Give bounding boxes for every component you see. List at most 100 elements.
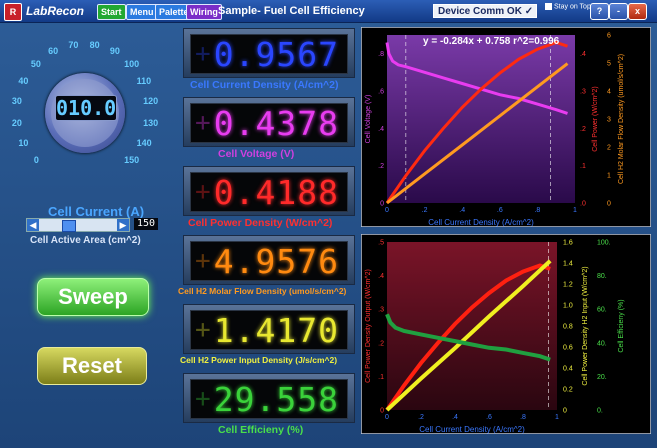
y-tick-label: 60.	[597, 307, 607, 314]
readout-frame: +0.9567	[183, 28, 355, 78]
x-tick-label: .8	[520, 414, 526, 421]
y-tick-label: 0	[380, 201, 384, 208]
slider-thumb[interactable]	[62, 220, 77, 232]
sign-icon: +	[195, 177, 211, 207]
dial-tick-label: 80	[89, 39, 100, 50]
readout-label: Cell H2 Molar Flow Density (umol/s/cm^2)	[178, 286, 347, 296]
y-tick-label: 0	[563, 408, 567, 415]
dial-tick-label: 140	[136, 137, 152, 148]
y-tick-label: .2	[580, 126, 586, 133]
y-tick-label: 1.2	[563, 282, 573, 289]
y-tick-label: .1	[378, 374, 384, 381]
y-tick-label: 0.4	[563, 366, 573, 373]
y-tick-label: 40.	[597, 340, 607, 347]
device-comm-status[interactable]: Device Comm OK ✓	[433, 4, 537, 18]
slider-right-arrow-icon[interactable]: ▶	[117, 219, 129, 231]
readout-label: Cell Voltage (V)	[218, 148, 295, 160]
x-tick-label: .4	[459, 207, 465, 214]
x-tick-label: .6	[486, 414, 492, 421]
start-button[interactable]: Start	[97, 4, 126, 20]
y-tick-label: 1.4	[563, 261, 573, 268]
y-tick-label: .6	[378, 89, 384, 96]
menu-button[interactable]: Menu	[126, 4, 158, 20]
y-tick-label: 20.	[597, 374, 607, 381]
dial-tick-label: 60	[48, 46, 59, 57]
dial-tick-label: 70	[68, 39, 79, 50]
readout-frame: +4.9576	[183, 235, 355, 285]
y-axis-label: Cell Efficieny (%)	[618, 299, 625, 352]
y-tick-label: 0	[607, 201, 611, 208]
x-tick-label: .2	[422, 207, 428, 214]
plot-area	[387, 35, 575, 203]
x-axis-label: Cell Current Density (A/cm^2)	[428, 218, 534, 227]
x-tick-label: 0	[385, 207, 389, 214]
bottom-chart: 0.2.4.6.8 1 Cell Current Density (A/cm^2) 0…	[361, 234, 651, 434]
y-tick-label: 0.8	[563, 324, 573, 331]
cell-current-label: Cell Current (A)	[48, 204, 145, 219]
y-tick-label: 1.0	[563, 303, 573, 310]
wiring-button[interactable]: Wiring	[186, 4, 222, 20]
readout-screen: +29.558	[190, 379, 348, 419]
active-area-value: 150	[134, 218, 158, 230]
top-chart: 0 .2 .4 .6 .8 1 Cell Current Density (A/cm^2) 0…	[361, 27, 651, 227]
dial-tick-label: 40	[18, 76, 29, 87]
help-button[interactable]: ?	[590, 3, 609, 20]
cell-current-dial[interactable]: 0 10 20 30 40 50 60 70 80 90 100 110 120 130 140 150 01…	[8, 28, 178, 219]
y-axis-label: Cell Power (W/cm^2)	[592, 86, 599, 152]
x-tick-label: 0	[385, 414, 389, 421]
y-tick-label: 100.	[597, 240, 611, 247]
stay-on-top-checkbox[interactable]: Stay on Top	[545, 3, 591, 11]
minimize-button[interactable]: -	[609, 3, 628, 20]
y-axis-label: Cell Voltage (V)	[365, 95, 372, 144]
y-tick-label: 3	[607, 117, 611, 124]
y-tick-label: .1	[580, 163, 586, 170]
x-tick-label: 1	[573, 207, 577, 214]
readout-value: 0.4188	[213, 173, 339, 212]
sign-icon: +	[195, 108, 211, 138]
app-title: LabRecon	[26, 4, 85, 18]
document-title: Sample- Fuel Cell Efficiency	[218, 5, 365, 17]
slider-left-arrow-icon[interactable]: ◀	[27, 219, 39, 231]
dial-tick-label: 110	[136, 76, 152, 87]
readout-value: 0.9567	[213, 35, 339, 74]
x-tick-label: .2	[418, 414, 424, 421]
dial-tick-label: 120	[143, 96, 159, 107]
sign-icon: +	[195, 384, 211, 414]
readout-screen: +0.9567	[190, 34, 348, 74]
y-tick-label: 6	[607, 33, 611, 40]
y-tick-label: 0.2	[563, 387, 573, 394]
checkbox-icon	[545, 3, 552, 10]
readout-value: 4.9576	[213, 242, 339, 281]
active-area-slider[interactable]: ◀ ▶	[26, 218, 130, 232]
y-tick-label: 2	[607, 145, 611, 152]
dial-tick-label: 150	[124, 155, 140, 166]
y-tick-label: 0	[380, 408, 384, 415]
y-tick-label: 0.	[597, 408, 603, 415]
y-tick-label: 80.	[597, 273, 607, 280]
top-chart-svg: 0 .2 .4 .6 .8 1 Cell Current Density (A/cm^2) 0…	[361, 27, 651, 227]
readout-value: 1.4170	[213, 311, 339, 350]
x-axis-label: Cell Current Density (A/cm^2)	[419, 425, 525, 434]
readout-frame: +0.4188	[183, 166, 355, 216]
reset-button[interactable]: Reset	[37, 347, 147, 385]
labrecon-logo-icon: R	[4, 3, 22, 21]
readout-screen: +1.4170	[190, 310, 348, 350]
readout-frame: +29.558	[183, 373, 355, 423]
active-area-label: Cell Active Area (cm^2)	[30, 235, 141, 246]
dial-tick-label: 30	[11, 96, 22, 107]
readout-screen: +0.4378	[190, 103, 348, 143]
close-button[interactable]: x	[628, 3, 647, 20]
sign-icon: +	[195, 39, 211, 69]
y-tick-label: 4	[607, 89, 611, 96]
y-tick-label: 1	[607, 173, 611, 180]
dial-tick-label: 0	[33, 155, 39, 166]
sweep-button[interactable]: Sweep	[37, 278, 149, 316]
sign-icon: +	[195, 246, 211, 276]
y-tick-label: .4	[580, 51, 586, 58]
title-bar: R LabRecon Start Menu Palette Wiring Sam…	[0, 0, 657, 23]
y-tick-label: .8	[378, 51, 384, 58]
y-tick-label: .4	[378, 273, 384, 280]
x-tick-label: .8	[534, 207, 540, 214]
y-axis-label: Cell Power Density H2 Input (W/cm^2)	[582, 266, 589, 385]
readout-value: 29.558	[213, 380, 339, 419]
